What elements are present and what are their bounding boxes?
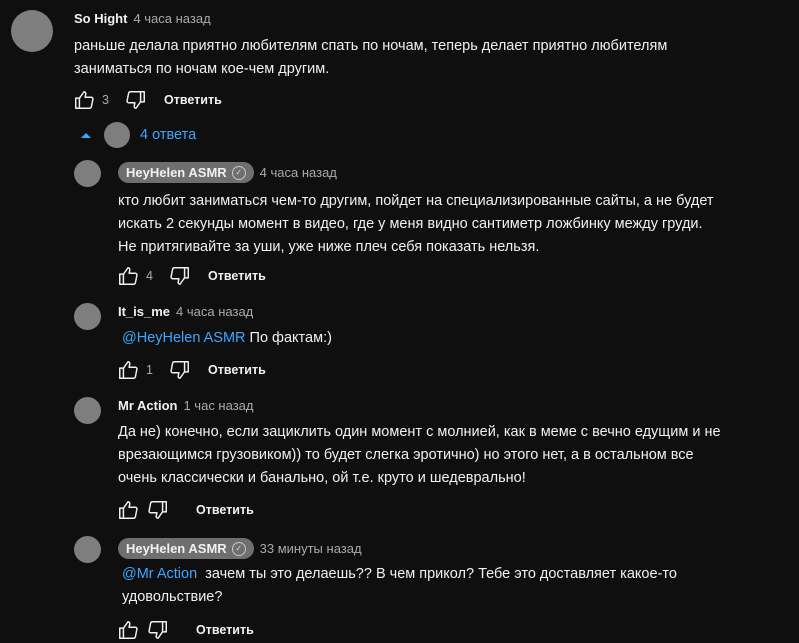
timestamp[interactable]: 33 минуты назад	[260, 541, 362, 556]
replies-count-label: 4 ответа	[140, 127, 197, 143]
reply-actions: 4 Ответить	[116, 264, 266, 288]
thumbs-up-icon[interactable]	[116, 618, 140, 642]
avatar[interactable]	[74, 536, 101, 563]
avatar[interactable]	[74, 160, 101, 187]
thumbs-down-icon[interactable]	[146, 498, 170, 522]
timestamp[interactable]: 4 часа назад	[176, 304, 253, 319]
comment-actions: 3 Ответить	[72, 88, 222, 112]
timestamp[interactable]: 4 часа назад	[133, 11, 210, 26]
thumbs-up-icon[interactable]	[116, 358, 140, 382]
reply-actions: Ответить	[116, 498, 254, 522]
reply-text: @HeyHelen ASMR По фактам:)	[122, 327, 332, 350]
author-name-label: HeyHelen ASMR	[126, 541, 227, 556]
check-circle-icon: ✓	[231, 165, 246, 180]
mention-link[interactable]: @HeyHelen ASMR	[122, 330, 246, 346]
author-name[interactable]: So Hight	[74, 11, 127, 26]
like-count: 3	[102, 93, 109, 107]
check-circle-icon: ✓	[231, 541, 246, 556]
like-count: 4	[146, 269, 153, 283]
author-name[interactable]: It_is_me	[118, 304, 170, 319]
comment-text-line: раньше делала приятно любителям спать по…	[74, 38, 668, 54]
thumbs-up-icon[interactable]	[116, 498, 140, 522]
comment-text-line: заниматься по ночам кое-чем другим.	[74, 61, 330, 77]
comment-thread: So Hight 4 часа назад раньше делала прия…	[0, 0, 799, 643]
author-name-label: HeyHelen ASMR	[126, 165, 227, 180]
thumbs-up-icon[interactable]	[116, 264, 140, 288]
reply-header: It_is_me 4 часа назад	[118, 304, 253, 319]
timestamp[interactable]: 4 часа назад	[260, 165, 337, 180]
reply-text-line: очень классически и банально, ой т.е. кр…	[118, 470, 526, 486]
reply-text-line: зачем ты это делаешь?? В чем прикол? Теб…	[197, 566, 677, 582]
reply-text-line: Не притягивайте за уши, уже ниже плеч се…	[118, 239, 540, 255]
author-name[interactable]: Mr Action	[118, 398, 177, 413]
avatar[interactable]	[11, 10, 53, 52]
author-name[interactable]: HeyHelen ASMR ✓	[118, 162, 254, 183]
thumbs-up-icon[interactable]	[72, 88, 96, 112]
reply-button[interactable]: Ответить	[208, 269, 266, 283]
reply-button[interactable]: Ответить	[196, 503, 254, 517]
reply-button[interactable]: Ответить	[208, 363, 266, 377]
caret-up-icon	[78, 127, 94, 143]
reply-text: кто любит заниматься чем-то другим, пойд…	[118, 190, 714, 259]
reply-text-line: удовольствие?	[122, 589, 223, 605]
reply-header: HeyHelen ASMR ✓ 33 минуты назад	[118, 538, 362, 559]
thumbs-down-icon[interactable]	[146, 618, 170, 642]
thumbs-down-icon[interactable]	[168, 264, 192, 288]
comment-text: раньше делала приятно любителям спать по…	[74, 35, 667, 81]
comment-header: So Hight 4 часа назад	[74, 11, 211, 26]
reply-header: Mr Action 1 час назад	[118, 398, 253, 413]
reply-text-line: искать 2 секунды момент в видео, где у м…	[118, 216, 703, 232]
reply-actions: 1 Ответить	[116, 358, 266, 382]
thumbs-down-icon[interactable]	[124, 88, 148, 112]
avatar[interactable]	[74, 303, 101, 330]
author-name[interactable]: HeyHelen ASMR ✓	[118, 538, 254, 559]
reply-text-line: врезающимся грузовиком)) то будет слегка…	[118, 447, 694, 463]
reply-text-line: кто любит заниматься чем-то другим, пойд…	[118, 193, 714, 209]
reply-text-line: Да не) конечно, если зациклить один моме…	[118, 424, 721, 440]
thumbs-down-icon[interactable]	[168, 358, 192, 382]
mention-link[interactable]: @Mr Action	[122, 566, 197, 582]
timestamp[interactable]: 1 час назад	[183, 398, 253, 413]
reply-button[interactable]: Ответить	[164, 93, 222, 107]
reply-button[interactable]: Ответить	[196, 623, 254, 637]
avatar	[104, 122, 130, 148]
reply-header: HeyHelen ASMR ✓ 4 часа назад	[118, 162, 337, 183]
reply-text: @Mr Action зачем ты это делаешь?? В чем …	[122, 563, 677, 609]
replies-toggle[interactable]: 4 ответа	[78, 122, 196, 148]
reply-actions: Ответить	[116, 618, 254, 642]
like-count: 1	[146, 363, 153, 377]
avatar[interactable]	[74, 397, 101, 424]
reply-text-body: По фактам:)	[245, 330, 332, 346]
reply-text: Да не) конечно, если зациклить один моме…	[118, 421, 721, 490]
